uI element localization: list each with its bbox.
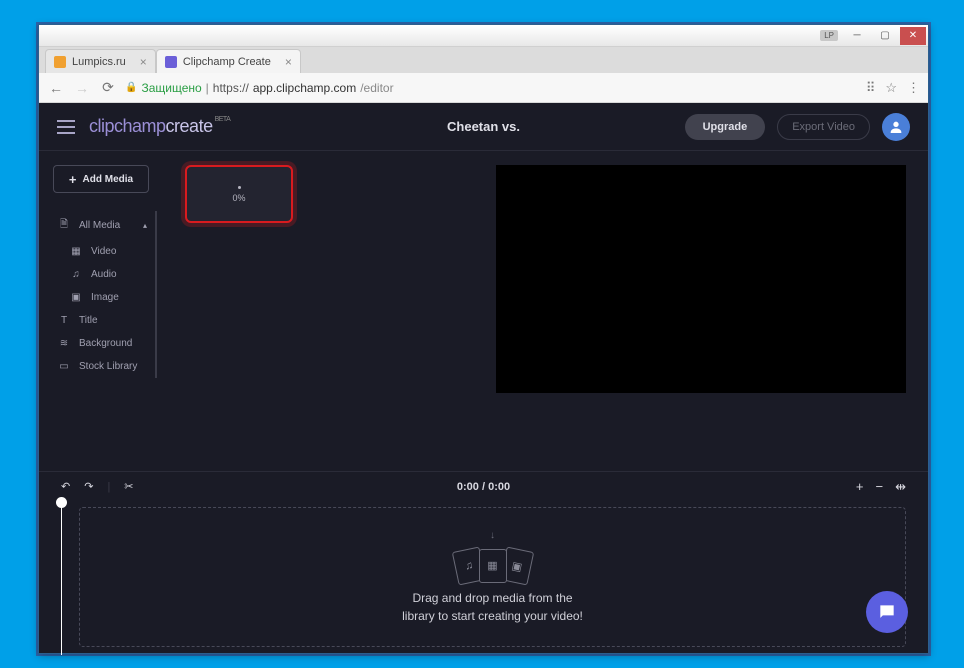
sidebar-item-video[interactable]: ▦ Video	[53, 240, 151, 263]
url-field[interactable]: 🔒 Защищено | https://app.clipchamp.com/e…	[125, 81, 858, 95]
timeline-dropzone[interactable]: ↓ ♫ ▦ ▣ Drag and drop media from the lib…	[79, 507, 906, 647]
image-icon: ▣	[69, 292, 83, 303]
file-icon: 🗎	[57, 217, 71, 234]
favicon-icon	[54, 56, 66, 68]
chevron-up-icon: ▴	[143, 221, 147, 230]
sidebar-item-audio[interactable]: ♫ Audio	[53, 263, 151, 286]
menu-button[interactable]	[57, 120, 75, 134]
add-media-button[interactable]: + Add Media	[53, 165, 149, 193]
library-icon: ▭	[57, 361, 71, 372]
timeline-toolbar: ↶ ↷ | ✂ 0:00 / 0:00 + − ⇹	[39, 471, 928, 501]
plus-icon: +	[69, 172, 77, 187]
zoom-out-button[interactable]: −	[876, 479, 884, 494]
redo-button[interactable]: ↷	[84, 480, 93, 493]
translate-icon[interactable]: ⠿	[866, 80, 876, 96]
tab-lumpics[interactable]: Lumpics.ru ×	[45, 49, 156, 73]
url-scheme: https://	[213, 81, 249, 95]
sidebar-item-label: Background	[79, 338, 132, 349]
lp-badge: LP	[820, 30, 838, 41]
favicon-icon	[165, 56, 177, 68]
sidebar-item-stock[interactable]: ▭ Stock Library	[53, 355, 151, 378]
logo: clipchampcreateBETA	[89, 116, 230, 137]
lock-icon: 🔒	[125, 82, 137, 93]
sidebar-item-label: Image	[91, 292, 119, 303]
secure-label: Защищено	[141, 81, 201, 95]
playhead[interactable]	[61, 501, 62, 655]
tab-clipchamp[interactable]: Clipchamp Create ×	[156, 49, 301, 73]
forward-button[interactable]: →	[73, 79, 91, 97]
upload-progress: 0%	[232, 193, 245, 203]
sidebar-item-label: Title	[79, 315, 98, 326]
zoom-in-button[interactable]: +	[856, 479, 864, 494]
upgrade-button[interactable]: Upgrade	[685, 114, 766, 140]
close-button[interactable]: ✕	[900, 27, 926, 45]
sidebar-item-title[interactable]: T Title	[53, 309, 151, 332]
dropzone-icons: ♫ ▦ ▣	[455, 549, 531, 583]
add-media-label: Add Media	[83, 174, 134, 185]
bookmark-icon[interactable]: ☆	[885, 80, 897, 96]
undo-button[interactable]: ↶	[61, 480, 70, 493]
film-icon: ▦	[69, 246, 83, 257]
time-display: 0:00 / 0:00	[457, 481, 510, 493]
arrow-down-icon: ↓	[490, 530, 495, 541]
url-path: /editor	[360, 81, 393, 95]
project-title[interactable]: Cheetan vs.	[447, 119, 520, 134]
media-grid: 0%	[157, 151, 477, 471]
text-icon: T	[57, 315, 71, 326]
film-card-icon: ▦	[479, 549, 507, 583]
spinner-icon	[238, 186, 241, 189]
sidebar-item-image[interactable]: ▣ Image	[53, 286, 151, 309]
reload-button[interactable]: ⟳	[99, 79, 117, 97]
zoom-fit-button[interactable]: ⇹	[895, 479, 906, 495]
timeline[interactable]: ↓ ♫ ▦ ▣ Drag and drop media from the lib…	[39, 501, 928, 667]
minimize-button[interactable]: ─	[844, 27, 870, 45]
preview-area	[496, 151, 928, 471]
url-host: app.clipchamp.com	[253, 81, 356, 95]
browser-tabs: Lumpics.ru × Clipchamp Create ×	[39, 47, 928, 73]
sidebar-item-all-media[interactable]: 🗎 All Media ▴	[53, 211, 151, 240]
uploading-media-card[interactable]: 0%	[185, 165, 293, 223]
dropzone-text: Drag and drop media from the library to …	[402, 589, 583, 625]
window-titlebar: LP ─ ▢ ✕	[39, 25, 928, 47]
tab-close-icon[interactable]: ×	[285, 55, 292, 69]
tab-label: Lumpics.ru	[72, 56, 126, 68]
playhead-knob[interactable]	[56, 497, 67, 508]
chat-button[interactable]	[866, 591, 908, 633]
tab-close-icon[interactable]: ×	[140, 55, 147, 69]
export-button[interactable]: Export Video	[777, 114, 870, 140]
sidebar: + Add Media 🗎 All Media ▴ ▦ Video ♫	[39, 151, 157, 471]
sidebar-item-label: All Media	[79, 220, 120, 231]
avatar[interactable]	[882, 113, 910, 141]
music-icon: ♫	[69, 269, 83, 280]
sidebar-item-label: Video	[91, 246, 116, 257]
preview-canvas[interactable]	[496, 165, 906, 393]
layers-icon: ≋	[57, 338, 71, 349]
sidebar-item-label: Audio	[91, 269, 117, 280]
tab-label: Clipchamp Create	[183, 56, 271, 68]
maximize-button[interactable]: ▢	[872, 27, 898, 45]
app-header: clipchampcreateBETA Cheetan vs. Upgrade …	[39, 103, 928, 151]
back-button[interactable]: ←	[47, 79, 65, 97]
sidebar-item-background[interactable]: ≋ Background	[53, 332, 151, 355]
menu-icon[interactable]: ⋮	[907, 80, 920, 96]
sidebar-item-label: Stock Library	[79, 361, 137, 372]
scissors-icon[interactable]: ✂	[124, 480, 133, 493]
address-bar: ← → ⟳ 🔒 Защищено | https://app.clipchamp…	[39, 73, 928, 103]
